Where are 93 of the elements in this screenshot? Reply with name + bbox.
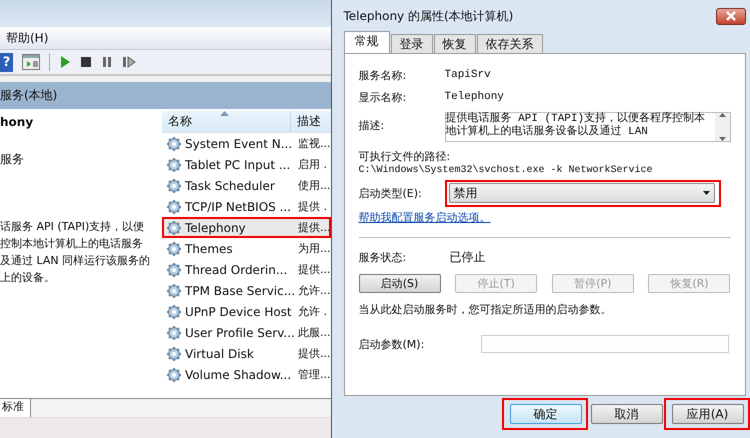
dialog-button[interactable]: 确定 (510, 404, 582, 424)
console-window-icon[interactable] (22, 54, 40, 70)
column-label: 名称 (168, 113, 192, 130)
service-name: Themes (185, 242, 234, 256)
description-text: 提供电话服务 API (TAPI)支持，以便各程序控制本地计算机上的电话服务设备以及通过 LAN (446, 113, 706, 140)
service-action-link[interactable]: 服务 (0, 151, 162, 168)
service-desc: 启用 . (298, 157, 327, 172)
service-desc: 允许 . (298, 304, 327, 319)
gear-icon (166, 304, 182, 320)
field-label: 服务状态: (358, 250, 408, 264)
gear-icon (166, 324, 182, 340)
gear-icon (166, 156, 182, 172)
gear-icon (166, 366, 182, 382)
service-row[interactable]: Themes 为用... (162, 238, 330, 259)
service-name: Telephony (185, 220, 247, 234)
scrollbar[interactable] (714, 113, 730, 141)
field-label: 描述: (358, 118, 386, 133)
dialog-tab[interactable]: 依存关系 (476, 34, 542, 53)
column-header[interactable]: 描述 (291, 111, 330, 132)
service-name: TCP/IP NetBIOS ... (185, 200, 292, 214)
service-control-button[interactable]: 启动(S) (358, 274, 440, 293)
gear-icon (166, 178, 182, 194)
service-name: UPnP Device Host (185, 304, 293, 318)
service-name: Volume Shadow... (185, 368, 292, 382)
service-row[interactable]: User Profile Serv... 此服... (162, 322, 330, 343)
scope-header: 服务(本地) (0, 82, 330, 109)
help-button[interactable]: ? (0, 52, 13, 72)
dialog-button[interactable]: 应用(A) (672, 404, 744, 424)
service-name: Tablet PC Input ... (185, 158, 292, 172)
field-label: 服务名称: (358, 68, 408, 82)
service-desc: 监视... (298, 136, 330, 151)
start-parameters-field[interactable] (480, 335, 728, 353)
service-row[interactable]: System Event N... 监视... (162, 133, 330, 154)
path-value: C:\Windows\System32\svchost.exe -k NetworkService (358, 165, 654, 176)
service-row[interactable]: Volume Shadow... 管理... (162, 364, 330, 385)
caret-icon (702, 191, 710, 195)
service-row[interactable]: Task Scheduler 使用... (162, 175, 330, 196)
service-desc: 允许... (298, 283, 330, 298)
column-label: 描述 (297, 113, 321, 130)
gear-icon (166, 198, 182, 214)
gear-icon (166, 240, 182, 256)
field-label: 可执行文件的路径: (358, 149, 452, 164)
hint-text: 当从此处启动服务时，您可指定所适用的启动参数。 (358, 302, 612, 317)
view-tab[interactable]: 标准 (0, 399, 31, 417)
startup-type-dropdown[interactable]: 禁用 (448, 183, 714, 203)
service-row[interactable]: UPnP Device Host 允许 . (162, 301, 330, 322)
gear-icon (166, 136, 182, 152)
service-name: TPM Base Servic... (185, 284, 294, 298)
service-desc: 此服... (298, 325, 330, 340)
field-label: 启动参数(M): (358, 336, 426, 352)
field-label: 启动类型(E): (358, 186, 423, 200)
gear-icon (166, 282, 182, 298)
pause-icon[interactable] (101, 55, 113, 69)
service-name: Virtual Disk (185, 346, 255, 360)
status-value: 已停止 (450, 248, 486, 266)
service-desc: 提供... (298, 346, 330, 361)
service-desc: 管理... (298, 367, 330, 382)
service-desc: 为用... (298, 241, 330, 256)
service-title: hony (0, 115, 34, 131)
service-name-value: TapiSrv (444, 69, 491, 81)
dialog-title: Telephony 的属性(本地计算机) (344, 8, 514, 24)
service-name: System Event N... (185, 136, 294, 150)
dropdown-value: 禁用 (454, 184, 478, 202)
service-name: User Profile Serv... (185, 326, 294, 340)
close-button[interactable] (716, 8, 746, 24)
service-desc: 使用... (298, 178, 330, 193)
gear-icon (166, 220, 182, 236)
dialog-tab[interactable]: 登录 (390, 34, 432, 53)
sort-arrow-icon (220, 111, 229, 116)
menu-item[interactable]: 帮助(H) (6, 30, 48, 46)
service-row[interactable]: TPM Base Servic... 允许... (162, 280, 330, 301)
gear-icon (166, 262, 182, 278)
service-description: 话服务 API (TAPI)支持，以便 控制本地计算机上的电话服务 及通过 LAN 同样运行该服务的 上的设备。 (0, 219, 152, 286)
close-icon (724, 11, 736, 21)
dialog-tab[interactable]: 常规 (344, 31, 390, 53)
service-desc: 提供 . (298, 199, 327, 214)
service-desc: 提供... (298, 262, 330, 277)
service-row[interactable]: Thread Orderin... 提供... (162, 259, 330, 280)
service-row[interactable]: Tablet PC Input ... 启用 . (162, 154, 330, 175)
service-row[interactable]: Virtual Disk 提供... (162, 343, 330, 364)
service-name: Thread Orderin... (185, 262, 288, 276)
service-row[interactable]: TCP/IP NetBIOS ... 提供 . (162, 196, 330, 217)
stop-icon[interactable] (80, 55, 92, 69)
display-name-value: Telephony (444, 91, 504, 103)
restart-icon[interactable] (122, 55, 136, 69)
gear-icon (166, 346, 182, 362)
column-header[interactable]: 名称 (162, 111, 291, 132)
help-link[interactable]: 帮助我配置服务启动选项。 (358, 210, 490, 225)
dialog-button[interactable]: 取消 (590, 404, 662, 424)
field-label: 显示名称: (358, 90, 408, 104)
play-icon[interactable] (59, 55, 71, 69)
dialog-tab[interactable]: 恢复 (434, 34, 476, 53)
service-name: Task Scheduler (185, 178, 276, 192)
